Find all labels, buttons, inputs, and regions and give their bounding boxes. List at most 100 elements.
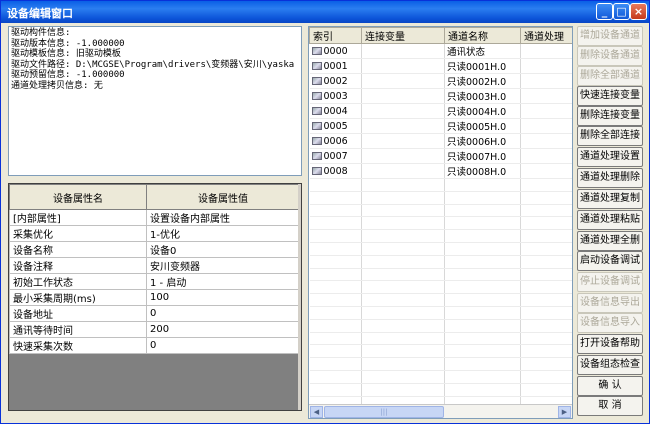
channel-variable[interactable]: [361, 163, 445, 179]
stop-debug-button[interactable]: 停止设备调试: [577, 272, 643, 292]
channel-variable[interactable]: [361, 357, 445, 371]
table-row[interactable]: [309, 191, 572, 205]
channel-horizontal-scrollbar[interactable]: ◀ ||| ▶: [309, 404, 572, 418]
channel-variable[interactable]: [361, 319, 445, 333]
delete-link-variable-button[interactable]: 删除连接变量: [577, 106, 643, 126]
table-row[interactable]: 0005 只读0005H.0: [309, 118, 572, 134]
import-device-info-button[interactable]: 设备信息导入: [577, 313, 643, 333]
channel-variable[interactable]: [361, 306, 445, 320]
delete-all-links-button[interactable]: 删除全部连接: [577, 126, 643, 146]
channel-variable[interactable]: [361, 148, 445, 164]
channel-variable[interactable]: [361, 280, 445, 295]
quick-link-variable-button[interactable]: 快速连接变量: [577, 86, 643, 106]
prop-value[interactable]: 100: [146, 289, 300, 306]
add-channel-button[interactable]: 增加设备通道: [577, 26, 643, 46]
table-row[interactable]: [309, 268, 572, 282]
prop-value[interactable]: 0: [146, 337, 300, 354]
table-row[interactable]: 采集优化 1-优化: [9, 225, 300, 242]
table-row[interactable]: 最小采集周期(ms) 100: [9, 289, 300, 306]
delete-all-channels-button[interactable]: 删除全部通道: [577, 66, 643, 86]
prop-value[interactable]: 0: [146, 305, 300, 322]
table-row[interactable]: [内部属性] 设置设备内部属性: [9, 209, 300, 226]
table-row[interactable]: 0006 只读0006H.0: [309, 133, 572, 149]
scroll-right-arrow[interactable]: ▶: [558, 406, 571, 418]
channel-variable[interactable]: [361, 332, 445, 346]
open-device-help-button[interactable]: 打开设备帮助: [577, 334, 643, 354]
channel-header-process[interactable]: 通道处理: [520, 27, 572, 44]
channel-variable[interactable]: [361, 268, 445, 282]
prop-value[interactable]: 200: [146, 321, 300, 338]
channel-variable[interactable]: [361, 216, 445, 231]
channel-variable[interactable]: [361, 370, 445, 384]
table-row[interactable]: [309, 204, 572, 218]
channel-variable[interactable]: [361, 73, 445, 89]
table-row[interactable]: [309, 306, 572, 320]
start-debug-button[interactable]: 启动设备调试: [577, 251, 643, 271]
table-row[interactable]: [309, 229, 572, 243]
channel-variable[interactable]: [361, 191, 445, 205]
table-row[interactable]: [309, 178, 572, 192]
channel-variable[interactable]: [361, 255, 445, 269]
delete-channel-button[interactable]: 删除设备通道: [577, 46, 643, 66]
channel-header-index[interactable]: 索引: [309, 27, 362, 44]
channel-variable[interactable]: [361, 58, 445, 74]
scrollbar-thumb[interactable]: |||: [324, 406, 444, 418]
channel-variable[interactable]: [361, 118, 445, 134]
channel-variable[interactable]: [361, 103, 445, 119]
table-row[interactable]: [309, 319, 572, 333]
channel-variable[interactable]: [361, 242, 445, 256]
confirm-button[interactable]: 确 认: [577, 376, 643, 396]
property-scrollbar[interactable]: [298, 184, 301, 410]
table-row[interactable]: [309, 344, 572, 359]
channel-process-clear-button[interactable]: 通道处理全删: [577, 231, 643, 251]
channel-process-copy-button[interactable]: 通道处理复制: [577, 189, 643, 209]
table-row[interactable]: 0001 只读0001H.0: [309, 58, 572, 74]
table-row[interactable]: 设备地址 0: [9, 305, 300, 322]
channel-process-delete-button[interactable]: 通道处理删除: [577, 168, 643, 188]
channel-process-settings-button[interactable]: 通道处理设置: [577, 147, 643, 167]
channel-variable[interactable]: [361, 383, 445, 397]
prop-value[interactable]: 1-优化: [146, 225, 300, 242]
minimize-button[interactable]: _: [596, 3, 613, 20]
channel-variable[interactable]: [361, 204, 445, 218]
table-row[interactable]: [309, 357, 572, 371]
driver-info-box[interactable]: 驱动构件信息: 驱动版本信息: -1.000000 驱动模板信息: 旧驱动模板 …: [8, 26, 302, 176]
channel-variable[interactable]: [361, 178, 445, 192]
table-row[interactable]: 0000 通讯状态: [309, 43, 572, 59]
table-row[interactable]: 0008 只读0008H.0: [309, 163, 572, 179]
table-row[interactable]: 设备名称 设备0: [9, 241, 300, 258]
channel-variable[interactable]: [361, 293, 445, 307]
table-row[interactable]: 0003 只读0003H.0: [309, 88, 572, 104]
table-row[interactable]: 设备注释 安川变频器: [9, 257, 300, 274]
table-row[interactable]: 快速采集次数 0: [9, 337, 300, 354]
cancel-button[interactable]: 取 消: [577, 396, 643, 416]
table-row[interactable]: 初始工作状态 1 - 启动: [9, 273, 300, 290]
channel-header-variable[interactable]: 连接变量: [361, 27, 445, 44]
table-row[interactable]: [309, 216, 572, 231]
channel-variable[interactable]: [361, 229, 445, 243]
table-row[interactable]: [309, 332, 572, 346]
channel-variable[interactable]: [361, 88, 445, 104]
table-row[interactable]: [309, 383, 572, 397]
channel-variable[interactable]: [361, 133, 445, 149]
table-row[interactable]: [309, 242, 572, 256]
table-row[interactable]: 0007 只读0007H.0: [309, 148, 572, 164]
prop-value[interactable]: 设备0: [146, 241, 300, 258]
title-bar[interactable]: 设备编辑窗口 _ □ ×: [1, 1, 649, 23]
channel-variable[interactable]: [361, 43, 445, 59]
table-row[interactable]: 0002 只读0002H.0: [309, 73, 572, 89]
maximize-button[interactable]: □: [613, 3, 630, 20]
table-row[interactable]: [309, 293, 572, 307]
channel-variable[interactable]: [361, 344, 445, 359]
prop-value[interactable]: 设置设备内部属性: [146, 209, 300, 226]
channel-list[interactable]: 索引 连接变量 通道名称 通道处理 0000 通讯状态 0001 只读0001H.0 0…: [308, 26, 573, 419]
table-row[interactable]: 通讯等待时间 200: [9, 321, 300, 338]
prop-value[interactable]: 1 - 启动: [146, 273, 300, 290]
table-row[interactable]: [309, 280, 572, 295]
table-row[interactable]: [309, 255, 572, 269]
table-row[interactable]: [309, 370, 572, 384]
channel-process-paste-button[interactable]: 通道处理粘贴: [577, 210, 643, 230]
export-device-info-button[interactable]: 设备信息导出: [577, 293, 643, 313]
table-row[interactable]: 0004 只读0004H.0: [309, 103, 572, 119]
scroll-left-arrow[interactable]: ◀: [310, 406, 323, 418]
